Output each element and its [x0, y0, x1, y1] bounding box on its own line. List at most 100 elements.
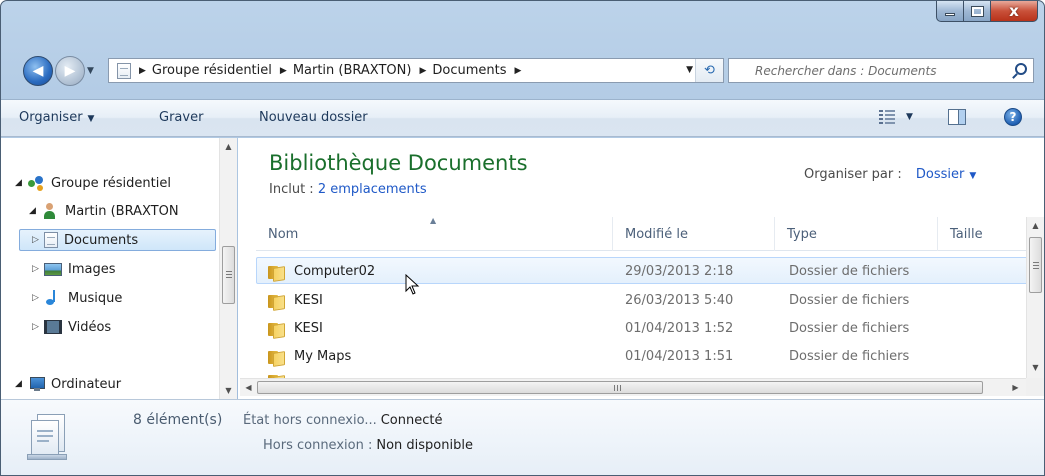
collapse-arrow-icon[interactable]: ◢ [15, 379, 27, 389]
library-includes: Inclut : 2 emplacements [269, 182, 427, 197]
refresh-button[interactable]: ⟲ [695, 59, 723, 82]
nav-item-label: Documents [64, 232, 139, 248]
recent-pages-dropdown-icon[interactable]: ▼ [87, 66, 94, 76]
search-box[interactable] [728, 58, 1034, 83]
address-history-dropdown-icon[interactable]: ▼ [686, 65, 693, 75]
breadcrumb-arrow-icon[interactable]: ▶ [280, 66, 287, 76]
offline-status-value: Connecté [380, 413, 443, 428]
nav-item-label: Images [68, 261, 116, 277]
view-options-dropdown-icon[interactable]: ▼ [906, 112, 913, 122]
nav-item-computer[interactable]: ◢ Ordinateur [15, 373, 121, 395]
nav-item-images[interactable]: ▷ Images [32, 258, 116, 280]
library-title: Bibliothèque Documents [269, 151, 528, 175]
column-header-size[interactable]: Taille [938, 217, 1026, 251]
scroll-right-icon[interactable]: ▶ [1007, 379, 1024, 396]
new-folder-button[interactable]: Nouveau dossier [259, 110, 368, 125]
back-arrow-icon: ◀ [32, 63, 44, 79]
file-row[interactable]: KESI 26/03/2013 5:40 Dossier de fichiers [256, 287, 1043, 314]
includes-label: Inclut : [269, 182, 314, 197]
folder-icon [268, 321, 284, 337]
nav-item-label: Musique [68, 290, 123, 306]
scroll-up-icon[interactable]: ▲ [220, 138, 237, 155]
file-modified: 01/04/2013 1:51 [625, 349, 734, 364]
burn-button[interactable]: Graver [159, 110, 203, 125]
scroll-down-icon[interactable]: ▼ [1027, 359, 1044, 376]
scrollbar-thumb[interactable] [257, 381, 983, 394]
scroll-down-icon[interactable]: ▼ [220, 382, 237, 399]
navigation-pane: ◢ Groupe résidentiel ◢ Martin (BRAXTON ▷… [1, 138, 237, 400]
file-row[interactable]: KESI 01/04/2013 1:52 Dossier de fichiers [256, 315, 1043, 342]
command-bar: Organiser ▼ Graver Nouveau dossier ▼ ? [1, 99, 1044, 137]
offline-availability-label: Hors connexion : [263, 438, 373, 453]
navigation-buttons: ◀ ▶ ▼ [23, 56, 94, 86]
folder-icon [268, 293, 284, 309]
user-icon [41, 203, 59, 219]
collapse-arrow-icon[interactable]: ◢ [29, 206, 41, 216]
forward-arrow-icon: ▶ [64, 63, 76, 79]
expand-arrow-icon[interactable]: ▷ [32, 264, 44, 274]
file-row[interactable]: Computer02 29/03/2013 2:18 Dossier de fi… [256, 257, 1043, 284]
content-pane: Bibliothèque Documents Inclut : 2 emplac… [238, 138, 1044, 400]
organize-button[interactable]: Organiser ▼ [19, 110, 94, 125]
minimize-icon [945, 13, 955, 16]
back-button[interactable]: ◀ [23, 56, 53, 86]
chevron-down-icon: ▼ [87, 114, 95, 124]
offline-availability-value: Non disponible [376, 438, 473, 453]
file-type: Dossier de fichiers [789, 321, 910, 336]
caption-buttons: x [936, 1, 1038, 23]
collapse-arrow-icon[interactable]: ◢ [15, 178, 27, 188]
breadcrumb-documents[interactable]: Documents [432, 63, 506, 78]
column-header-name[interactable]: Nom [256, 217, 613, 251]
nav-pane-scrollbar[interactable]: ▲ ▼ [219, 138, 237, 400]
scroll-left-icon[interactable]: ◀ [240, 379, 257, 396]
arrange-by-dropdown[interactable]: Dossier [916, 167, 964, 182]
file-row[interactable]: My Maps 01/04/2013 1:51 Dossier de fichi… [256, 343, 1043, 370]
maximize-icon [970, 5, 984, 17]
scrollbar-thumb[interactable] [1029, 237, 1042, 293]
column-header-modified[interactable]: Modifié le [613, 217, 775, 251]
expand-arrow-icon[interactable]: ▷ [32, 293, 44, 303]
documents-icon [117, 62, 131, 79]
scroll-up-icon[interactable]: ▲ [1027, 217, 1044, 234]
content-vertical-scrollbar[interactable]: ▲ ▼ [1026, 217, 1044, 378]
nav-item-music[interactable]: ▷ Musique [32, 287, 122, 309]
breadcrumb-arrow-icon[interactable]: ▶ [419, 66, 426, 76]
minimize-button[interactable] [936, 1, 964, 22]
file-name: Computer02 [294, 264, 376, 279]
file-modified: 01/04/2013 1:52 [625, 321, 734, 336]
close-button[interactable]: x [991, 1, 1038, 22]
folder-icon [268, 349, 284, 365]
chevron-down-icon[interactable]: ▼ [969, 171, 976, 181]
nav-item-documents[interactable]: ▷ Documents [19, 229, 216, 251]
file-type: Dossier de fichiers [789, 349, 910, 364]
scrollbar-thumb[interactable] [222, 246, 235, 304]
expand-arrow-icon[interactable]: ▷ [32, 235, 44, 245]
file-type: Dossier de fichiers [789, 293, 910, 308]
nav-item-user[interactable]: ◢ Martin (BRAXTON [29, 200, 179, 222]
expand-arrow-icon[interactable]: ▷ [32, 322, 44, 332]
help-icon[interactable]: ? [1004, 108, 1022, 126]
address-bar[interactable]: ▶ Groupe résidentiel ▶ Martin (BRAXTON) … [108, 58, 724, 83]
music-icon [44, 290, 62, 306]
nav-item-homegroup[interactable]: ◢ Groupe résidentiel [15, 172, 171, 194]
offline-status-label: État hors connexio... [243, 413, 377, 428]
includes-locations-link[interactable]: 2 emplacements [318, 182, 427, 197]
arrange-by-label: Organiser par : [804, 167, 902, 182]
search-input[interactable] [755, 60, 1025, 81]
column-header-type[interactable]: Type [775, 217, 938, 251]
forward-button[interactable]: ▶ [55, 56, 85, 86]
column-header-row: ▲ Nom Modifié le Type Taille [256, 216, 1026, 251]
preview-pane-icon[interactable] [948, 109, 966, 125]
file-name: KESI [294, 293, 323, 308]
breadcrumb-homegroup[interactable]: Groupe résidentiel [152, 63, 272, 78]
documents-icon [44, 232, 58, 248]
content-horizontal-scrollbar[interactable]: ◀ ▶ [240, 378, 1026, 396]
change-view-icon[interactable] [879, 110, 895, 124]
maximize-button[interactable] [964, 1, 991, 22]
mouse-cursor-icon [405, 274, 420, 295]
breadcrumb-user[interactable]: Martin (BRAXTON) [293, 63, 412, 78]
nav-item-videos[interactable]: ▷ Vidéos [32, 316, 111, 338]
breadcrumb-arrow-icon[interactable]: ▶ [139, 66, 146, 76]
search-icon[interactable] [1015, 63, 1027, 75]
breadcrumb-arrow-icon[interactable]: ▶ [515, 66, 522, 76]
